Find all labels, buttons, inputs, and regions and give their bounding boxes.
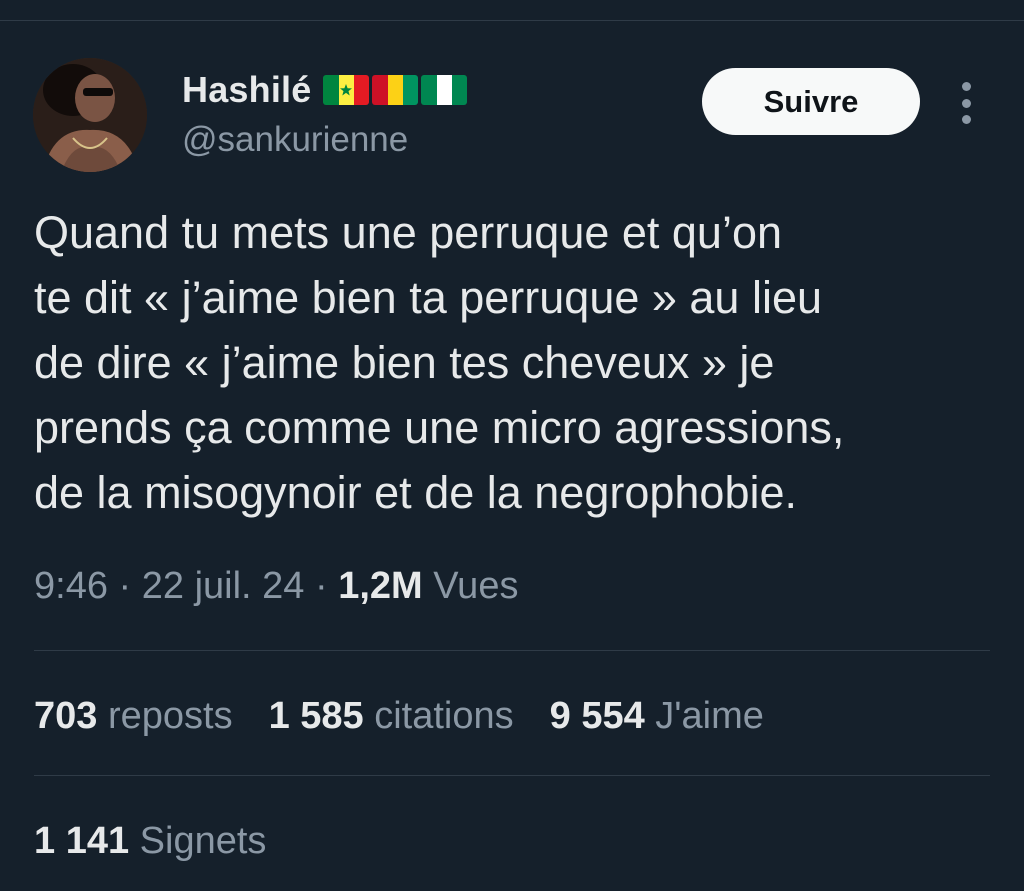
engagement-stats: 703 reposts 1 585 citations 9 554 J'aime [34,695,764,738]
likes-label: J'aime [644,695,764,737]
reposts-count: 703 [34,695,98,737]
meta-separator: · [107,565,142,607]
tweet-detail-page: Hashilé @sankurienne Suivre Quand tu met… [0,0,1024,891]
author-display-name[interactable]: Hashilé [182,69,311,111]
more-options-icon[interactable] [952,82,980,124]
likes-count: 9 554 [549,695,645,737]
nigeria-flag-icon [421,75,468,105]
flag-emojis [323,75,468,105]
divider [34,650,990,651]
meta-separator: · [304,565,339,607]
bookmarks-count: 1 141 [34,820,130,862]
senegal-flag-icon [323,75,370,105]
views-count[interactable]: 1,2M [338,565,422,608]
tweet-meta: 9:46 · 22 juil. 24 · 1,2M Vues [34,565,518,608]
quotes-stat[interactable]: 1 585 citations [269,695,514,738]
tweet-time[interactable]: 9:46 [34,565,108,608]
author-handle[interactable]: @sankurienne [182,120,408,160]
tweet-text-line: Quand tu mets une perruque et qu’on [34,207,783,258]
tweet-text-line: te dit « j’aime bien ta perruque » au li… [34,272,823,323]
tweet-date[interactable]: 22 juil. 24 [142,565,305,608]
tweet-text-line: prends ça comme une micro agressions, [34,402,845,453]
bookmarks-label: Signets [129,820,267,862]
guinea-flag-icon [372,75,419,105]
follow-button[interactable]: Suivre [702,68,920,135]
quotes-count: 1 585 [268,695,364,737]
views-label: Vues [422,565,519,607]
avatar[interactable] [33,58,147,172]
bookmarks-stat[interactable]: 1 141 Signets [34,820,266,863]
top-divider [0,20,1024,21]
tweet-text-line: de dire « j’aime bien tes cheveux » je [34,337,775,388]
author-name-row: Hashilé [182,68,468,112]
likes-stat[interactable]: 9 554 J'aime [550,695,764,738]
tweet-text-line: de la misogynoir et de la negrophobie. [34,467,798,518]
divider [34,775,990,776]
quotes-label: citations [363,695,514,737]
avatar-image [33,58,147,172]
reposts-label: reposts [97,695,233,737]
tweet-text: Quand tu mets une perruque et qu’on te d… [34,200,994,525]
reposts-stat[interactable]: 703 reposts [34,695,233,738]
